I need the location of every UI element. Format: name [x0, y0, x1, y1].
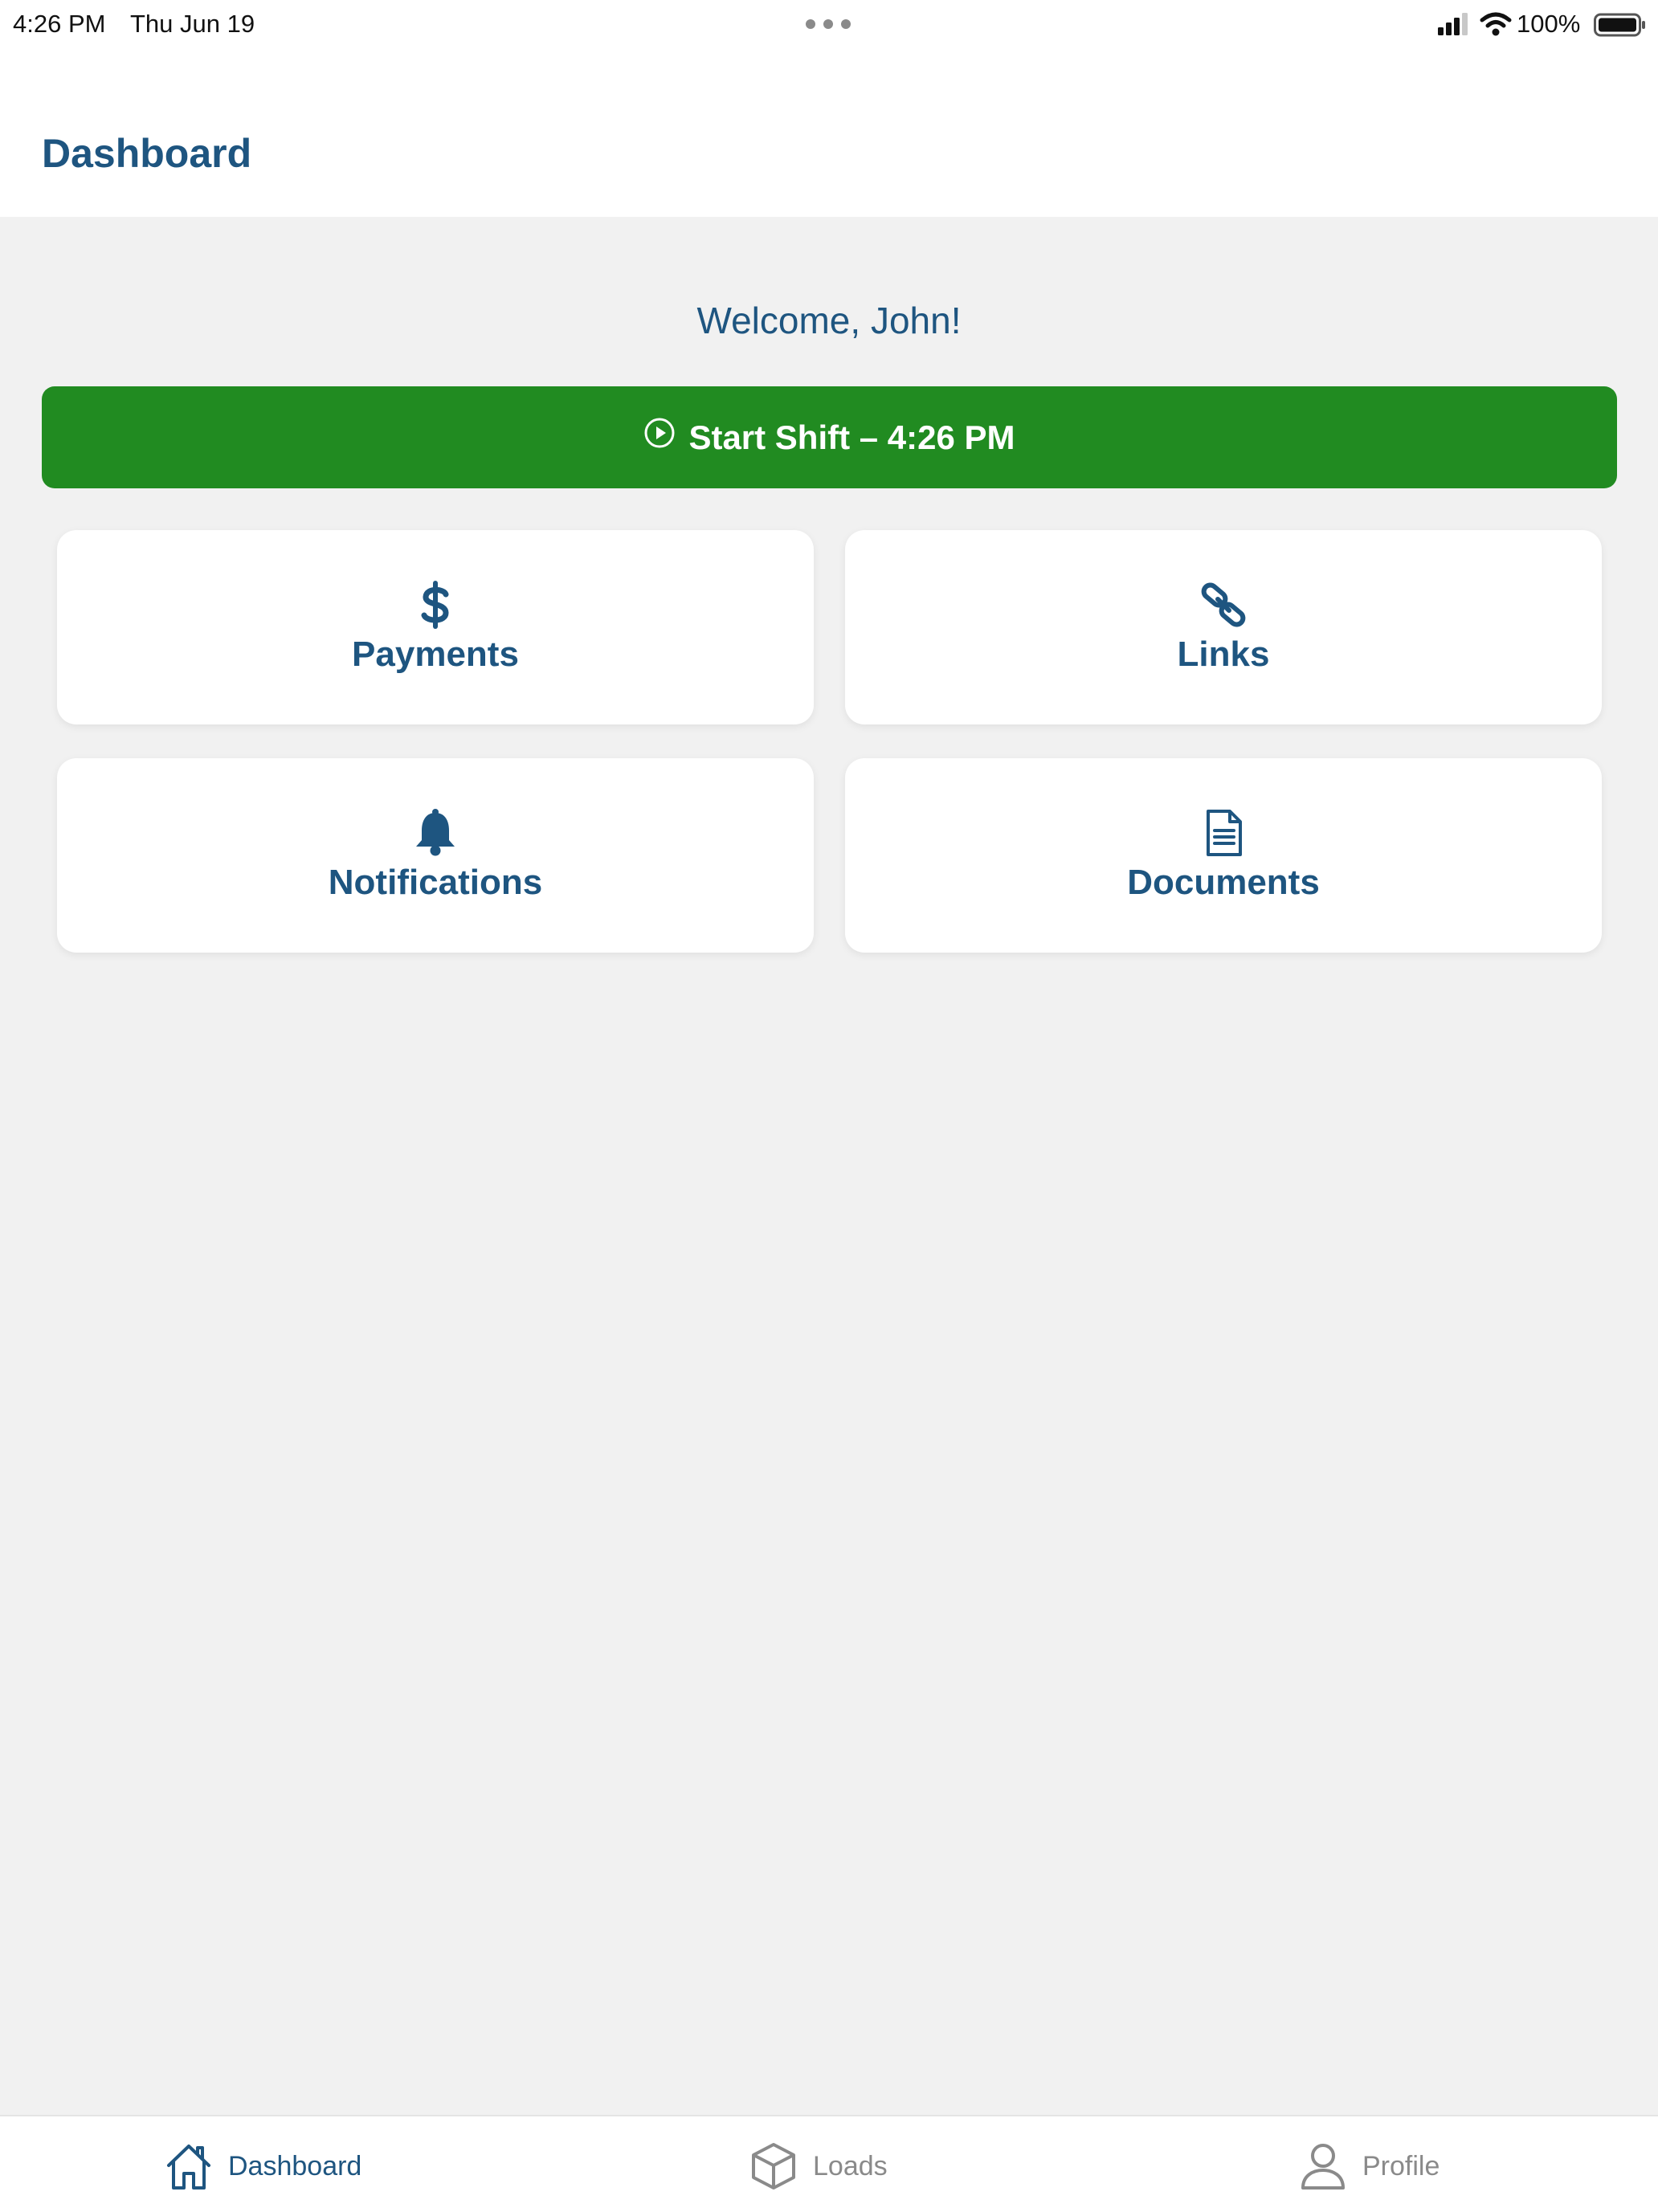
play-circle-icon: [644, 418, 675, 447]
battery-percent: 100%: [1517, 10, 1581, 38]
box-icon: [752, 2143, 795, 2190]
dollar-icon: [421, 581, 449, 629]
document-icon: [1207, 810, 1242, 856]
notifications-tile[interactable]: Notifications: [57, 758, 814, 953]
tab-loads-label: Loads: [813, 2150, 888, 2181]
home-icon: [167, 2145, 210, 2190]
welcome-message: Welcome, John!: [696, 300, 962, 341]
tab-profile-label: Profile: [1362, 2150, 1440, 2181]
links-tile[interactable]: Links: [845, 530, 1602, 724]
battery-icon: [1594, 13, 1645, 37]
tab-loads[interactable]: Loads: [749, 2142, 888, 2190]
tab-dashboard-label: Dashboard: [228, 2150, 362, 2181]
tab-profile[interactable]: Profile: [1298, 2142, 1440, 2190]
status-bar: 4:26 PM Thu Jun 19 100%: [0, 0, 1658, 50]
tab-dashboard[interactable]: Dashboard: [164, 2142, 361, 2190]
wifi-icon: [1480, 12, 1512, 36]
tab-bar: Dashboard Loads Profile: [0, 2115, 1658, 2212]
cellular-signal-icon: [1438, 13, 1468, 35]
payments-tile[interactable]: Payments: [57, 530, 814, 724]
documents-tile[interactable]: Documents: [845, 758, 1602, 953]
more-dots-icon[interactable]: [806, 19, 852, 31]
bell-icon: [416, 809, 455, 856]
status-date: Thu Jun 19: [130, 10, 255, 38]
page-title: Dashboard: [42, 131, 252, 176]
notifications-label: Notifications: [328, 863, 543, 902]
status-time: 4:26 PM: [13, 10, 106, 38]
link-icon: [1201, 582, 1246, 627]
links-label: Links: [1177, 635, 1270, 674]
payments-label: Payments: [352, 635, 519, 674]
documents-label: Documents: [1127, 863, 1320, 902]
user-icon: [1301, 2144, 1345, 2190]
start-shift-label: Start Shift – 4:26 PM: [688, 418, 1015, 456]
start-shift-button[interactable]: Start Shift – 4:26 PM: [42, 386, 1617, 488]
navigation-bar: Dashboard: [0, 50, 1658, 217]
